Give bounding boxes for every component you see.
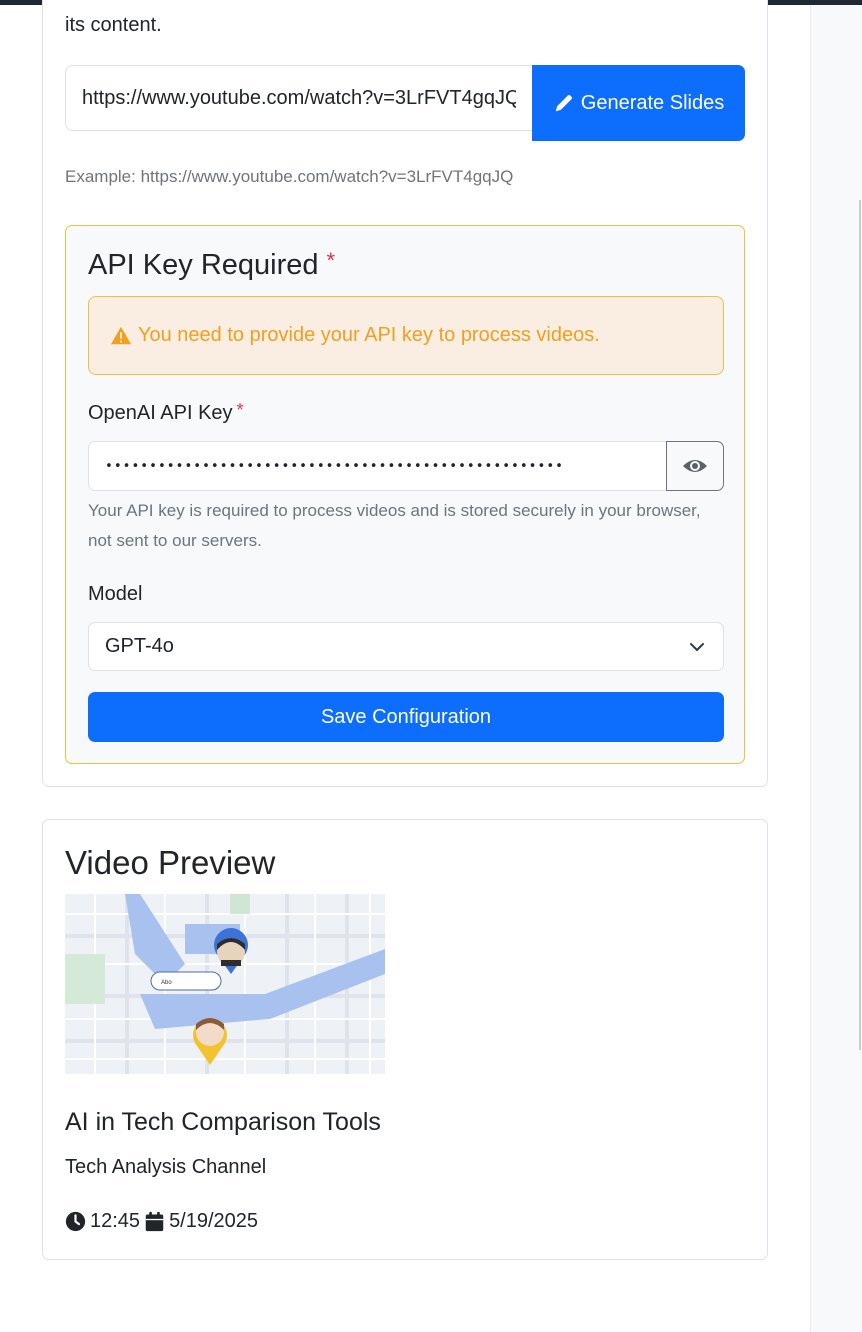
toggle-visibility-button[interactable] (666, 441, 724, 491)
video-title: AI in Tech Comparison Tools (65, 1108, 381, 1136)
alert-text: You need to provide your API key to proc… (138, 324, 600, 346)
generate-slides-button[interactable]: Generate Slides (532, 65, 745, 141)
api-key-label: OpenAI API Key * (88, 400, 244, 425)
api-key-warning-alert: You need to provide your API key to proc… (88, 296, 724, 375)
model-selected-value: GPT-4o (105, 635, 174, 657)
pencil-icon (555, 94, 572, 112)
required-asterisk: * (326, 248, 336, 273)
api-key-heading: API Key Required * (88, 248, 336, 282)
thumbnail-label: Abo (161, 980, 172, 986)
api-key-input[interactable] (88, 441, 666, 491)
model-select[interactable]: GPT-4o (88, 622, 724, 671)
api-key-help-text: Your API key is required to process vide… (88, 501, 701, 550)
video-thumbnail: Abo (65, 894, 385, 1074)
api-key-title: API Key Required (88, 249, 319, 281)
scrollbar[interactable] (859, 200, 861, 1050)
video-duration: 12:45 (90, 1210, 141, 1232)
clock-icon (65, 1211, 86, 1232)
save-configuration-button[interactable]: Save Configuration (88, 692, 724, 742)
video-meta: 12:45 5/19/2025 (65, 1210, 258, 1233)
example-url-text: Example: https://www.youtube.com/watch?v… (65, 167, 514, 186)
channel-name: Tech Analysis Channel (65, 1156, 267, 1178)
video-preview-title: Video Preview (65, 844, 276, 881)
api-key-input-group (88, 441, 724, 491)
intro-text: its content. (65, 14, 162, 36)
video-preview-card: Video Preview Abo AI in Tech Comparison … (42, 819, 768, 1260)
video-date: 5/19/2025 (169, 1210, 259, 1232)
url-input-group: Generate Slides (65, 65, 745, 141)
calendar-icon (145, 1211, 164, 1232)
required-asterisk: * (236, 400, 244, 420)
model-label: Model (88, 583, 143, 605)
chevron-down-icon (690, 643, 704, 651)
youtube-url-input[interactable] (65, 65, 532, 131)
api-key-panel: API Key Required * You need to provide yo… (65, 225, 745, 764)
side-panel (810, 5, 862, 1332)
eye-icon (683, 460, 707, 472)
warning-icon (110, 326, 132, 344)
api-key-label-text: OpenAI API Key (88, 402, 233, 424)
generate-slides-label: Generate Slides (580, 91, 725, 114)
